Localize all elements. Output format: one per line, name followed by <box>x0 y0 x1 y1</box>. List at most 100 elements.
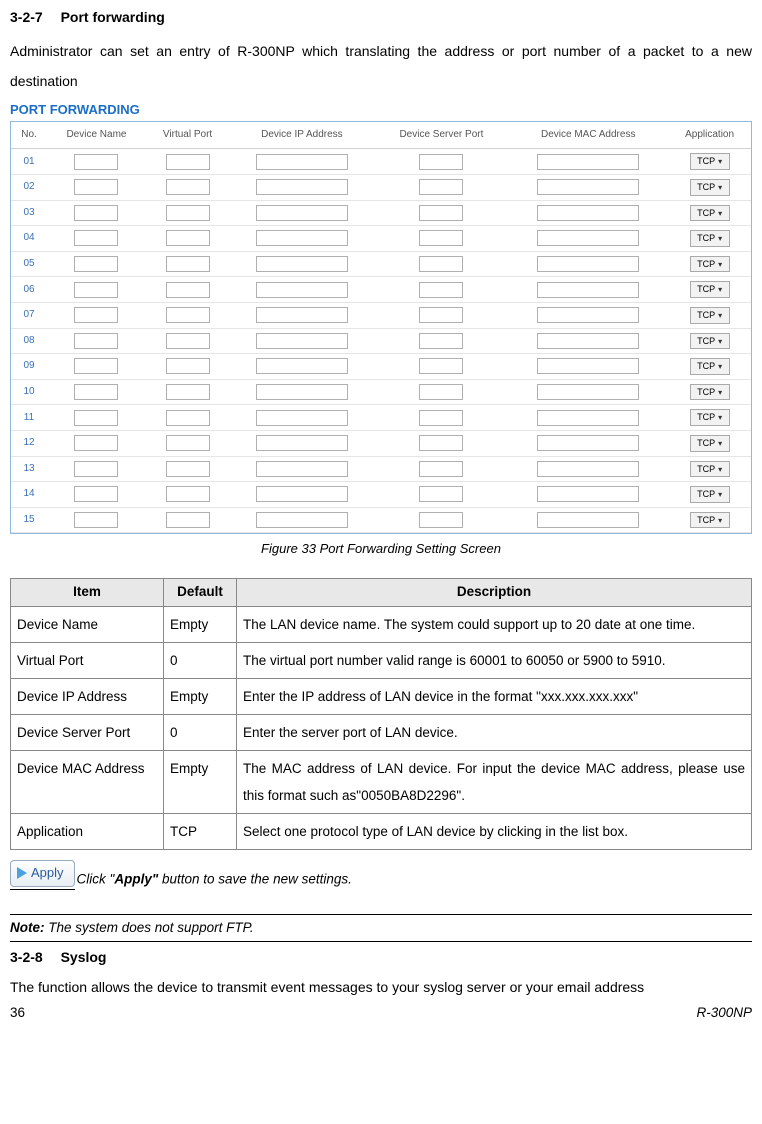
device-name-input[interactable] <box>74 461 118 477</box>
mac-address-input[interactable] <box>537 154 639 170</box>
mac-address-input[interactable] <box>537 384 639 400</box>
mac-address-input[interactable] <box>537 230 639 246</box>
row-number: 03 <box>11 200 47 226</box>
device-ip-input[interactable] <box>256 179 348 195</box>
application-select[interactable]: TCP <box>690 435 730 452</box>
virtual-port-input[interactable] <box>166 256 210 272</box>
virtual-port-input[interactable] <box>166 205 210 221</box>
mac-address-input[interactable] <box>537 307 639 323</box>
device-ip-input[interactable] <box>256 410 348 426</box>
mac-address-input[interactable] <box>537 435 639 451</box>
virtual-port-input[interactable] <box>166 410 210 426</box>
server-port-input[interactable] <box>419 230 463 246</box>
mac-address-input[interactable] <box>537 256 639 272</box>
mac-address-input[interactable] <box>537 512 639 528</box>
row-number: 02 <box>11 174 47 200</box>
application-select[interactable]: TCP <box>690 153 730 170</box>
server-port-input[interactable] <box>419 256 463 272</box>
server-port-input[interactable] <box>419 358 463 374</box>
server-port-input[interactable] <box>419 384 463 400</box>
device-name-input[interactable] <box>74 230 118 246</box>
server-port-input[interactable] <box>419 486 463 502</box>
application-select[interactable]: TCP <box>690 384 730 401</box>
application-select[interactable]: TCP <box>690 256 730 273</box>
device-ip-input[interactable] <box>256 512 348 528</box>
device-name-input[interactable] <box>74 256 118 272</box>
device-ip-input[interactable] <box>256 384 348 400</box>
virtual-port-input[interactable] <box>166 179 210 195</box>
device-name-input[interactable] <box>74 410 118 426</box>
device-name-input[interactable] <box>74 486 118 502</box>
device-name-input[interactable] <box>74 154 118 170</box>
server-port-input[interactable] <box>419 179 463 195</box>
server-port-input[interactable] <box>419 512 463 528</box>
device-ip-input[interactable] <box>256 205 348 221</box>
device-name-input[interactable] <box>74 384 118 400</box>
device-ip-input[interactable] <box>256 333 348 349</box>
application-select[interactable]: TCP <box>690 307 730 324</box>
server-port-input[interactable] <box>419 307 463 323</box>
application-select[interactable]: TCP <box>690 486 730 503</box>
application-select[interactable]: TCP <box>690 512 730 529</box>
server-port-input[interactable] <box>419 461 463 477</box>
virtual-port-input[interactable] <box>166 307 210 323</box>
device-name-input[interactable] <box>74 307 118 323</box>
device-name-input[interactable] <box>74 333 118 349</box>
table-row: 11TCP <box>11 405 751 431</box>
device-name-input[interactable] <box>74 179 118 195</box>
table-row: 14TCP <box>11 482 751 508</box>
application-select[interactable]: TCP <box>690 205 730 222</box>
mac-address-input[interactable] <box>537 410 639 426</box>
server-port-input[interactable] <box>419 154 463 170</box>
server-port-input[interactable] <box>419 282 463 298</box>
device-name-input[interactable] <box>74 512 118 528</box>
row-number: 13 <box>11 456 47 482</box>
desc-text: The LAN device name. The system could su… <box>237 607 752 643</box>
virtual-port-input[interactable] <box>166 230 210 246</box>
device-ip-input[interactable] <box>256 282 348 298</box>
virtual-port-input[interactable] <box>166 384 210 400</box>
device-name-input[interactable] <box>74 282 118 298</box>
device-ip-input[interactable] <box>256 358 348 374</box>
virtual-port-input[interactable] <box>166 333 210 349</box>
server-port-input[interactable] <box>419 205 463 221</box>
virtual-port-input[interactable] <box>166 486 210 502</box>
server-port-input[interactable] <box>419 410 463 426</box>
application-select[interactable]: TCP <box>690 358 730 375</box>
virtual-port-input[interactable] <box>166 461 210 477</box>
device-ip-input[interactable] <box>256 307 348 323</box>
virtual-port-input[interactable] <box>166 358 210 374</box>
mac-address-input[interactable] <box>537 486 639 502</box>
application-select[interactable]: TCP <box>690 179 730 196</box>
mac-address-input[interactable] <box>537 461 639 477</box>
desc-default: 0 <box>164 715 237 751</box>
application-select[interactable]: TCP <box>690 333 730 350</box>
application-select[interactable]: TCP <box>690 409 730 426</box>
device-ip-input[interactable] <box>256 256 348 272</box>
desc-item: Device MAC Address <box>11 751 164 814</box>
device-name-input[interactable] <box>74 358 118 374</box>
application-select[interactable]: TCP <box>690 461 730 478</box>
mac-address-input[interactable] <box>537 333 639 349</box>
virtual-port-input[interactable] <box>166 512 210 528</box>
virtual-port-input[interactable] <box>166 435 210 451</box>
device-ip-input[interactable] <box>256 435 348 451</box>
application-select[interactable]: TCP <box>690 281 730 298</box>
virtual-port-input[interactable] <box>166 154 210 170</box>
server-port-input[interactable] <box>419 435 463 451</box>
server-port-input[interactable] <box>419 333 463 349</box>
desc-text: The virtual port number valid range is 6… <box>237 643 752 679</box>
virtual-port-input[interactable] <box>166 282 210 298</box>
device-ip-input[interactable] <box>256 230 348 246</box>
device-ip-input[interactable] <box>256 461 348 477</box>
mac-address-input[interactable] <box>537 358 639 374</box>
device-ip-input[interactable] <box>256 486 348 502</box>
device-name-input[interactable] <box>74 435 118 451</box>
mac-address-input[interactable] <box>537 282 639 298</box>
mac-address-input[interactable] <box>537 205 639 221</box>
device-ip-input[interactable] <box>256 154 348 170</box>
application-select[interactable]: TCP <box>690 230 730 247</box>
mac-address-input[interactable] <box>537 179 639 195</box>
apply-button[interactable]: Apply <box>10 860 75 886</box>
device-name-input[interactable] <box>74 205 118 221</box>
